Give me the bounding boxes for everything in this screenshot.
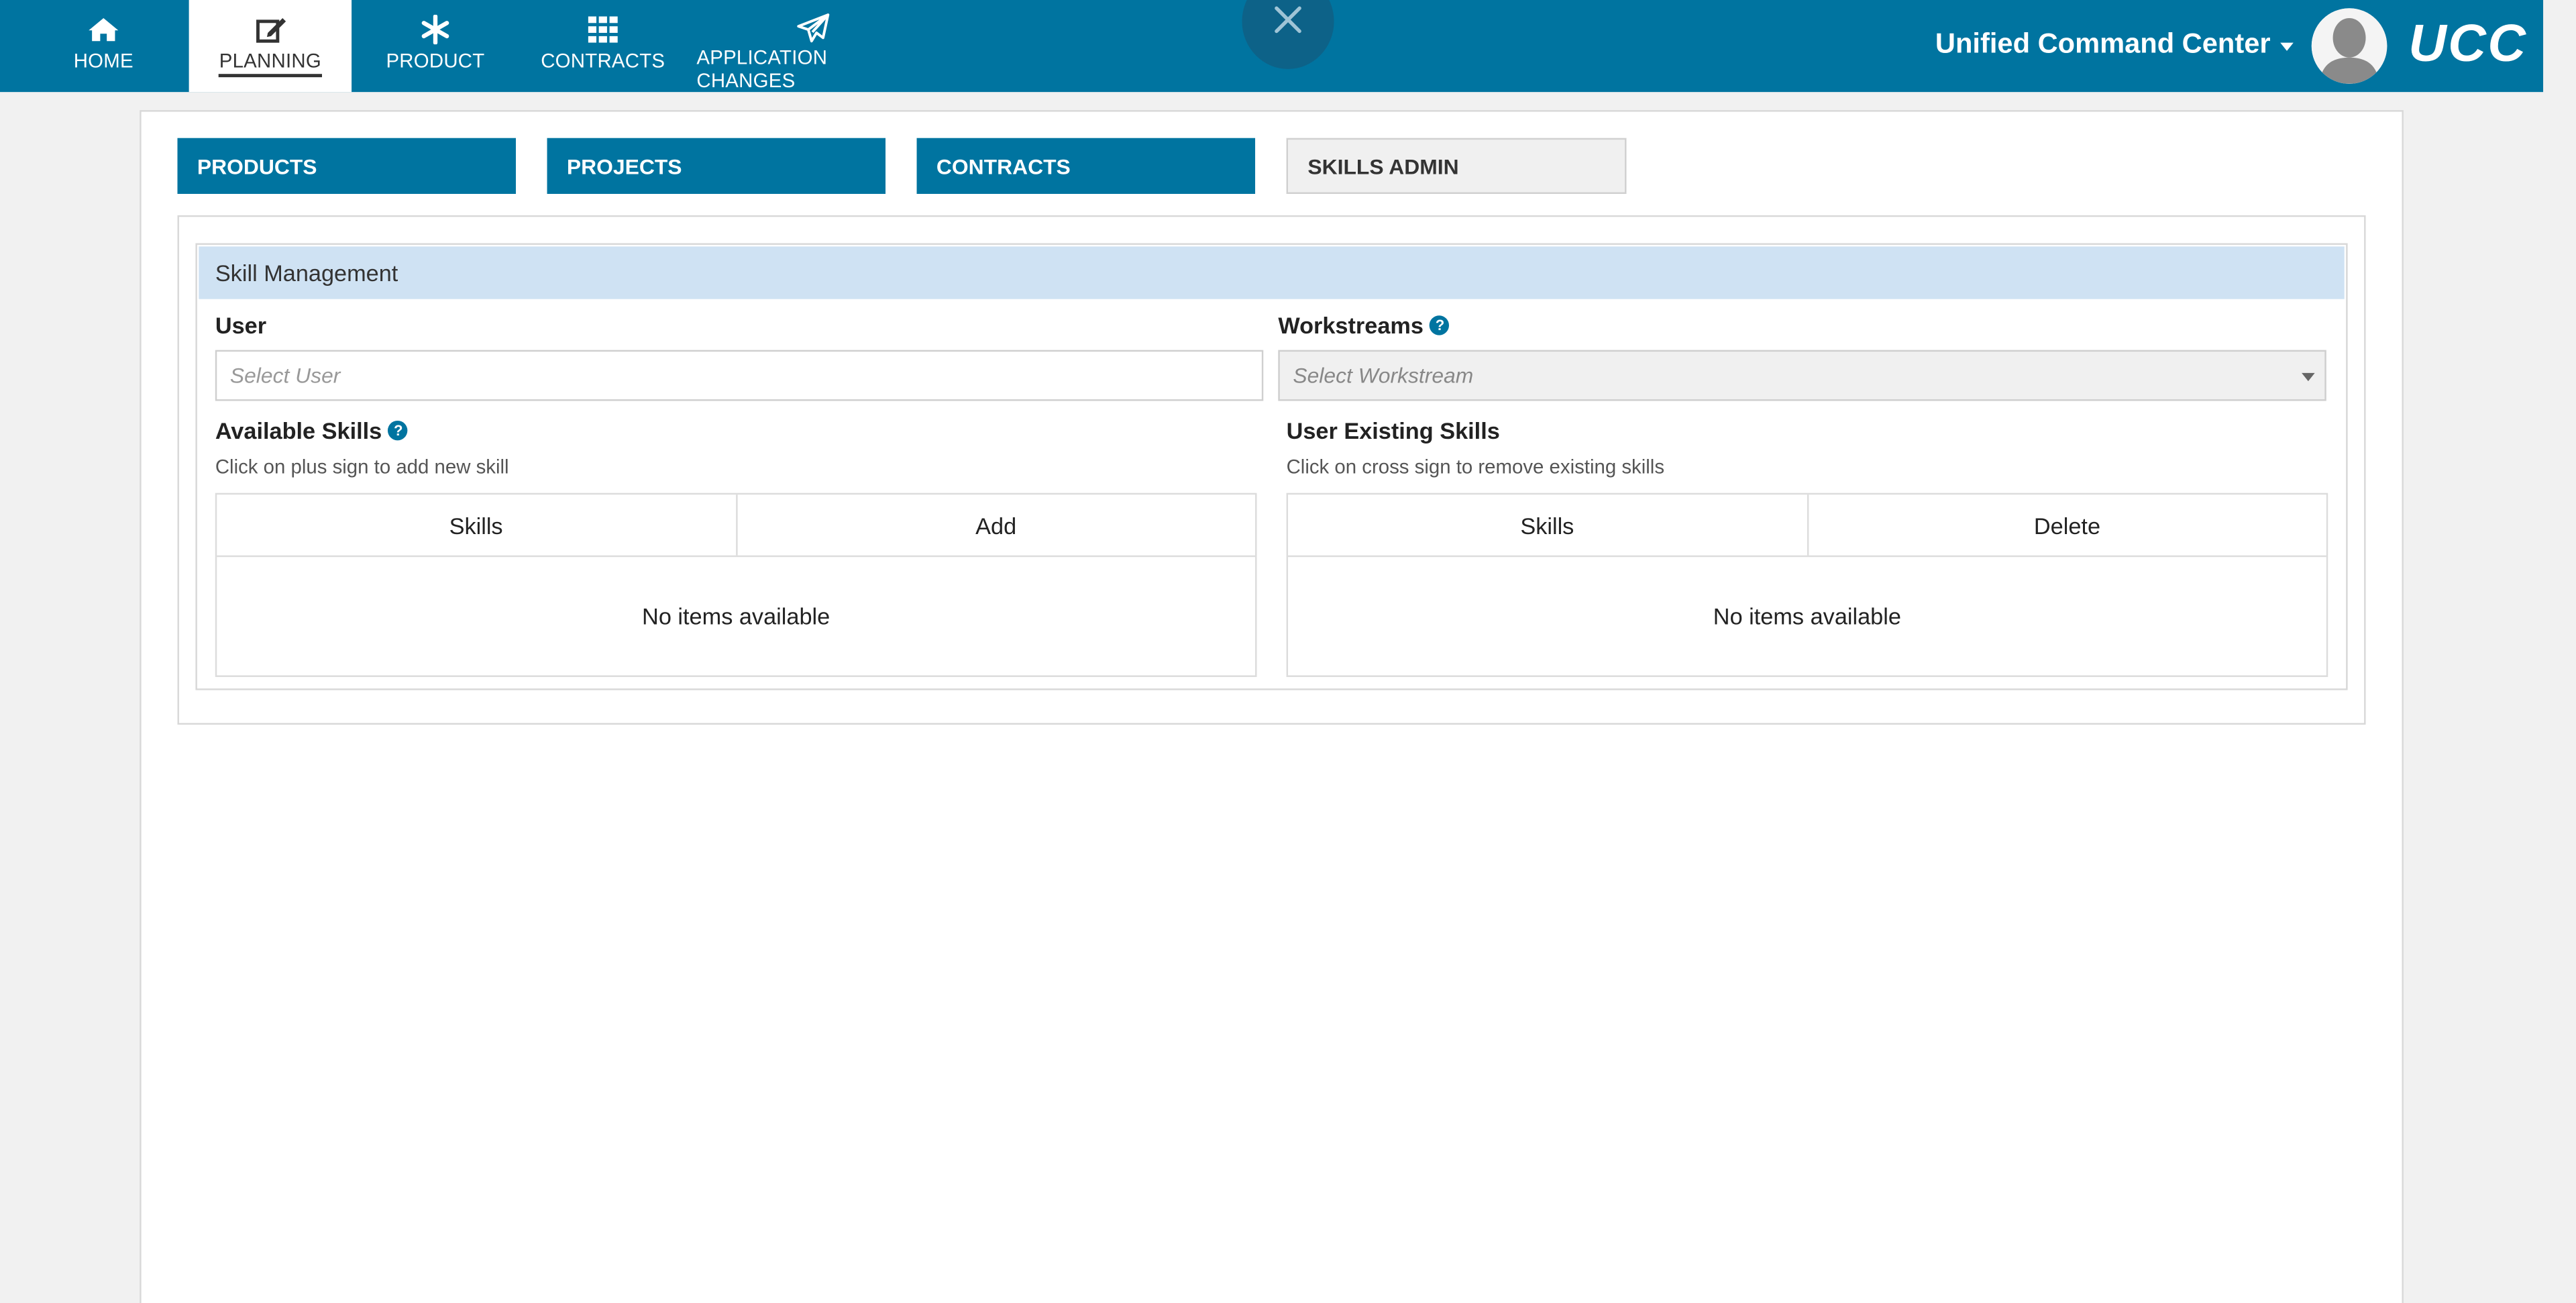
workstream-select[interactable]: Select Workstream <box>1278 350 2326 401</box>
tab-projects[interactable]: PROJECTS <box>547 138 886 194</box>
asterisk-icon <box>421 13 450 46</box>
tab-contracts[interactable]: CONTRACTS <box>916 138 1256 194</box>
available-skills-grid-header: Skills Add <box>217 494 1256 558</box>
tab-products[interactable]: PRODUCTS <box>177 138 516 194</box>
nav-home[interactable]: HOME <box>52 0 154 92</box>
close-icon <box>1273 5 1303 42</box>
workstreams-label-text: Workstreams <box>1278 312 1424 339</box>
nav-contracts-label: CONTRACTS <box>541 49 665 72</box>
nav-product[interactable]: PRODUCT <box>381 0 490 92</box>
top-navbar: HOME PLANNING PRODUCT CONTRACTS APPLICAT <box>0 0 2544 93</box>
nav-contracts[interactable]: CONTRACTS <box>539 0 667 92</box>
paper-plane-icon <box>797 13 830 43</box>
close-button[interactable] <box>1242 0 1334 69</box>
nav-planning-label: PLANNING <box>219 49 321 78</box>
chevron-down-icon <box>2302 372 2315 382</box>
column-header-skills[interactable]: Skills <box>217 494 735 556</box>
existing-skills-empty-message: No items available <box>1713 603 1901 629</box>
workstreams-label: Workstreams ? <box>1278 312 1450 338</box>
nav-product-label: PRODUCT <box>386 49 485 72</box>
available-skills-label: Available Skills ? <box>215 417 409 444</box>
grid-icon <box>588 13 618 46</box>
column-header-skills[interactable]: Skills <box>1288 494 1807 556</box>
brand-menu-label: Unified Command Center <box>1935 28 2271 60</box>
available-skills-help-icon[interactable]: ? <box>388 420 409 441</box>
existing-skills-label-text: User Existing Skills <box>1286 417 1500 444</box>
existing-skills-label: User Existing Skills <box>1287 417 1500 444</box>
nav-planning[interactable]: PLANNING <box>189 0 352 93</box>
nav-home-label: HOME <box>73 49 133 72</box>
ucc-logo: UCC <box>2408 13 2528 72</box>
available-skills-grid: Skills Add No items available <box>215 492 1257 677</box>
available-skills-hint: Click on plus sign to add new skill <box>215 455 509 478</box>
tab-skills-admin[interactable]: SKILLS ADMIN <box>1286 138 1627 194</box>
existing-skills-grid-header: Skills Delete <box>1288 494 2326 558</box>
existing-skills-grid: Skills Delete No items available <box>1286 492 2328 677</box>
edit-icon <box>254 13 286 46</box>
nav-application-changes[interactable]: APPLICATION CHANGES <box>696 0 930 92</box>
column-header-delete[interactable]: Delete <box>1806 494 2326 556</box>
available-skills-label-text: Available Skills <box>215 417 382 444</box>
existing-skills-hint: Click on cross sign to remove existing s… <box>1286 455 1665 478</box>
brand-menu-dropdown[interactable]: Unified Command Center <box>1935 28 2294 61</box>
user-label-text: User <box>215 312 267 339</box>
nav-application-changes-label: APPLICATION CHANGES <box>696 46 828 93</box>
user-label: User <box>215 312 266 338</box>
workstream-select-placeholder: Select Workstream <box>1293 363 1474 388</box>
column-header-add[interactable]: Add <box>735 494 1255 556</box>
home-icon <box>87 13 120 46</box>
user-avatar[interactable] <box>2311 8 2387 84</box>
user-silhouette-icon <box>2311 8 2387 84</box>
chevron-down-icon <box>2280 42 2294 51</box>
available-skills-empty-message: No items available <box>642 603 830 629</box>
skill-management-header: Skill Management <box>199 246 2345 299</box>
workstreams-help-icon[interactable]: ? <box>1430 315 1450 335</box>
user-input[interactable] <box>215 350 1264 401</box>
